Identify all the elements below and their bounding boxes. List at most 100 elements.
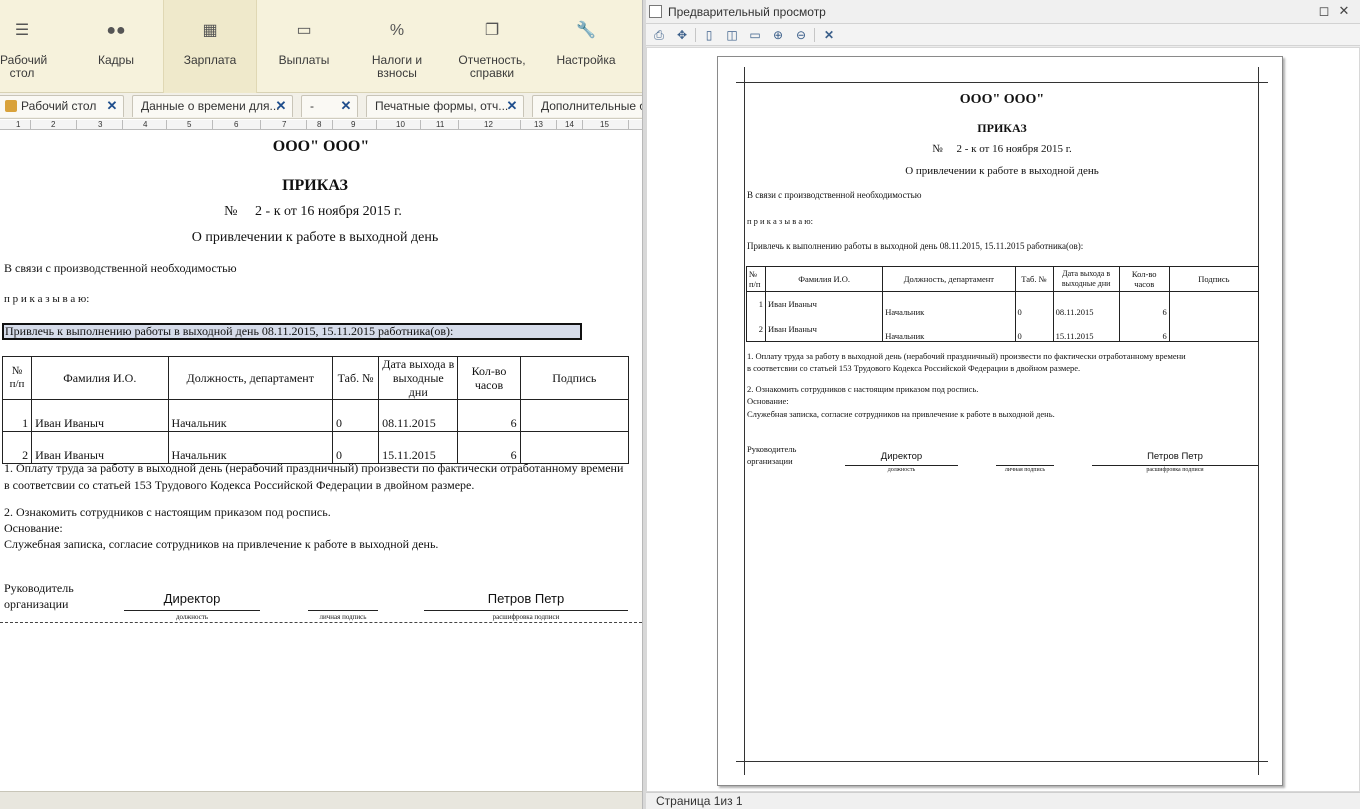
reports-icon: ❐ <box>484 22 500 39</box>
section-label: Зарплата <box>183 53 237 67</box>
reason-text: В связи с производственной необходимость… <box>4 261 237 275</box>
cell: Начальник <box>167 399 334 432</box>
cell: 6 <box>1118 291 1170 317</box>
close-preview-icon[interactable]: ✕ <box>820 26 838 44</box>
close-icon[interactable]: ✕ <box>505 96 519 116</box>
spreadsheet-document[interactable]: ООО" ООО" ПРИКАЗ № 2 - к от 16 ноября 20… <box>0 131 642 791</box>
selected-cell[interactable]: Привлечь к выполнению работы в выходной … <box>2 323 582 340</box>
section-label: Кадры <box>98 53 134 67</box>
decoding-line <box>1092 465 1258 466</box>
maximize-icon[interactable]: ◻ <box>1316 3 1332 19</box>
section-label: Отчетность, справки <box>458 53 526 80</box>
crop-mark <box>736 761 1268 762</box>
close-icon[interactable]: ✕ <box>339 96 353 116</box>
col-header: Должность, департамент <box>167 356 334 400</box>
section-payments[interactable]: ▭ Выплаты <box>264 0 344 93</box>
cell: Начальник <box>882 316 1016 342</box>
home-icon <box>5 100 17 112</box>
tab-desktop[interactable]: Рабочий стол ✕ <box>0 95 124 117</box>
cell: 6 <box>457 399 521 432</box>
col-header: № п/п <box>1 356 33 400</box>
close-icon[interactable]: ✕ <box>105 96 119 116</box>
ruler-number: 9 <box>351 120 356 129</box>
cell: 0 <box>1014 316 1054 342</box>
document-title: ПРИКАЗ <box>977 121 1027 135</box>
position-value: Директор <box>880 451 923 462</box>
one-page-icon[interactable]: ▯ <box>700 26 718 44</box>
position-value: Директор <box>163 591 221 606</box>
section-desktop[interactable]: ☰ Рабочий стол <box>0 0 47 93</box>
clause-1-line-1: 1. Оплату труда за работу в выходной ден… <box>747 351 1186 361</box>
ruler-number: 5 <box>187 120 192 129</box>
page-counter: Страница 1из 1 <box>656 794 743 808</box>
ruler-number: 8 <box>317 120 322 129</box>
preview-status-bar: Страница 1из 1 <box>646 792 1360 809</box>
head-label-line-1: Руководитель <box>4 581 74 595</box>
ruler-number: 15 <box>600 120 609 129</box>
tab-print-forms[interactable]: Печатные формы, отч... ✕ <box>366 95 524 117</box>
signature-caption: личная подпись <box>319 613 367 621</box>
cell <box>1168 316 1260 342</box>
basis-text: Служебная записка, согласие сотрудников … <box>747 409 1055 419</box>
preview-window: Предварительный просмотр ◻ ✕ ⎙ ✥ ▯ ◫ ▭ ⊕… <box>646 0 1360 809</box>
col-header: Подпись <box>519 356 630 400</box>
section-label: Настройка <box>556 53 616 67</box>
col-header: Кол-во часов <box>457 356 521 400</box>
tab-label: Дополнительные от <box>541 99 642 113</box>
col-header: Дата выхода в выходные дни <box>378 356 459 400</box>
section-taxes[interactable]: % Налоги и взносы <box>355 0 439 93</box>
tab-additional[interactable]: Дополнительные от <box>532 95 642 117</box>
zoom-out-icon[interactable]: ⊖ <box>792 26 810 44</box>
section-reports[interactable]: ❐ Отчетность, справки <box>452 0 532 93</box>
cell <box>519 431 630 464</box>
position-line <box>124 610 260 611</box>
org-name: ООО" ООО" <box>272 138 370 155</box>
ruler-number: 6 <box>234 120 239 129</box>
preview-area[interactable]: ООО" ООО" ПРИКАЗ № 2 - к от 16 ноября 20… <box>646 47 1360 792</box>
section-personnel[interactable]: ●● Кадры <box>76 0 156 93</box>
preview-window-icon <box>649 5 662 18</box>
cell <box>519 399 630 432</box>
cell: 08.11.2015 <box>1052 291 1120 317</box>
preview-toolbar: ⎙ ✥ ▯ ◫ ▭ ⊕ ⊖ ✕ <box>646 24 1360 46</box>
cell: 2 <box>745 316 767 342</box>
preview-title-bar: Предварительный просмотр ◻ ✕ <box>646 0 1360 24</box>
employees-table: № п/п Фамилия И.О. Должность, департамен… <box>1 356 630 464</box>
cell: 1 <box>745 291 767 317</box>
tab-label: Данные о времени для... <box>141 99 280 113</box>
ruler-number: 3 <box>98 120 103 129</box>
section-settings[interactable]: 🔧 Настройка <box>548 0 624 93</box>
two-pages-icon[interactable]: ◫ <box>723 26 741 44</box>
page-width-icon[interactable]: ▭ <box>746 26 764 44</box>
close-icon[interactable]: ✕ <box>274 96 288 116</box>
close-icon[interactable]: ✕ <box>1336 3 1352 19</box>
zoom-in-icon[interactable]: ⊕ <box>769 26 787 44</box>
fit-page-icon[interactable]: ✥ <box>673 26 691 44</box>
reason-text: В связи с производственной необходимость… <box>747 190 922 200</box>
cell: Иван Иваныч <box>768 299 817 310</box>
cell: Начальник <box>882 291 1016 317</box>
org-name: ООО" ООО" <box>959 92 1045 107</box>
section-salary[interactable]: ▦ Зарплата <box>163 0 257 93</box>
calculator-icon: ▦ <box>202 22 218 39</box>
document-title: ПРИКАЗ <box>282 177 348 194</box>
col-header: Фамилия И.О. <box>31 356 169 400</box>
cell: 2 <box>1 431 33 464</box>
preview-page: ООО" ООО" ПРИКАЗ № 2 - к от 16 ноября 20… <box>717 56 1283 786</box>
print-icon[interactable]: ⎙ <box>650 26 668 44</box>
tab-time-data[interactable]: Данные о времени для... ✕ <box>132 95 293 117</box>
sections-panel: ☰ Рабочий стол ●● Кадры ▦ Зарплата ▭ Вып… <box>0 0 642 93</box>
table-row: 1 Иван Иваныч Начальник 0 08.11.2015 6 <box>1 399 630 432</box>
basis-label: Основание: <box>747 396 789 406</box>
position-line <box>845 465 958 466</box>
cell: 15.11.2015 <box>1052 316 1120 342</box>
tab-label: Печатные формы, отч... <box>375 99 509 113</box>
wrench-icon: 🔧 <box>576 22 596 39</box>
wallet-icon: ▭ <box>296 22 312 39</box>
cell: 6 <box>1118 316 1170 342</box>
menu-icon: ☰ <box>14 22 30 39</box>
tab-dash[interactable]: - ✕ <box>301 95 358 117</box>
clause-1-line-2: в соответсвии со статьей 153 Трудового К… <box>747 363 1081 373</box>
cell: Иван Иваныч <box>31 431 169 464</box>
open-tabs-bar: Рабочий стол ✕ Данные о времени для... ✕… <box>0 93 642 119</box>
